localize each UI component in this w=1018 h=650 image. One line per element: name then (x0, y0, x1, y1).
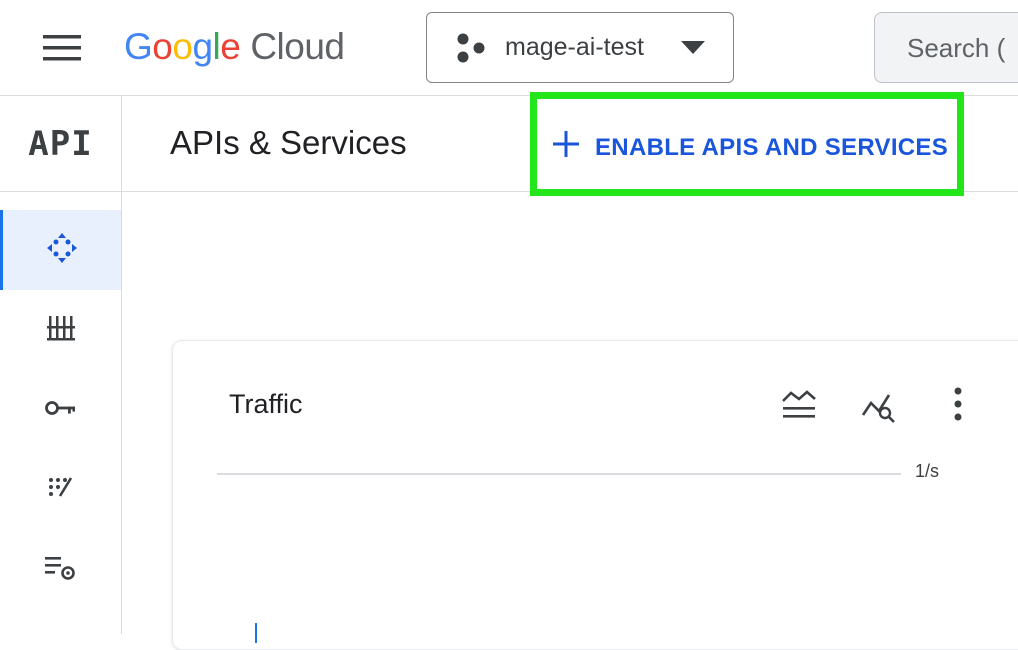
left-nav-rail: API (0, 96, 122, 634)
traffic-card: Traffic 1/s (172, 340, 1018, 650)
search-box[interactable] (874, 12, 1018, 83)
rail-item-dashboard[interactable] (0, 210, 121, 290)
search-input[interactable] (907, 31, 1018, 65)
dashboard-icon (45, 231, 79, 270)
oauth-consent-icon (47, 474, 75, 507)
chart-axis-tick (255, 623, 257, 643)
explore-metrics-icon[interactable] (861, 391, 897, 428)
api-product-label: API (28, 123, 93, 164)
logo-cloud-text: Cloud (250, 26, 345, 67)
enable-apis-button[interactable]: ENABLE APIS AND SERVICES (530, 92, 964, 196)
rail-item-oauth-consent[interactable] (0, 450, 121, 530)
rail-item-library[interactable] (0, 290, 121, 370)
logo-letter: g (192, 26, 213, 67)
top-app-bar: Google Cloud mage-ai-test (0, 0, 1018, 96)
settings-list-icon (44, 554, 77, 587)
traffic-card-title: Traffic (229, 389, 303, 419)
rail-item-page-usage[interactable] (0, 530, 121, 610)
project-picker-button[interactable]: mage-ai-test (426, 12, 734, 83)
rail-header: API (0, 96, 121, 192)
hamburger-menu-icon[interactable] (40, 30, 84, 66)
logo-letter: e (220, 26, 241, 67)
more-vert-icon[interactable] (951, 385, 965, 428)
logo-letter: o (172, 26, 193, 67)
plus-icon (551, 129, 581, 164)
page-header: APIs & Services ENABLE APIS AND SERVICES (122, 92, 1018, 196)
logo-letter: G (124, 26, 153, 67)
key-icon (44, 398, 77, 423)
project-hierarchy-icon (455, 33, 487, 68)
logo-google-text: Google (124, 26, 241, 68)
google-cloud-logo[interactable]: Google Cloud (124, 22, 345, 72)
rail-item-credentials[interactable] (0, 370, 121, 450)
chart-options-icon[interactable] (781, 389, 817, 426)
chart-axis-unit: 1/s (915, 461, 940, 481)
chart-gridline (217, 473, 901, 475)
logo-letter: o (152, 26, 173, 67)
project-name: mage-ai-test (505, 33, 644, 61)
page-title: APIs & Services (170, 124, 407, 161)
chevron-down-icon (681, 41, 705, 60)
enable-apis-button-label: ENABLE APIS AND SERVICES (595, 134, 949, 161)
library-icon (46, 312, 75, 349)
